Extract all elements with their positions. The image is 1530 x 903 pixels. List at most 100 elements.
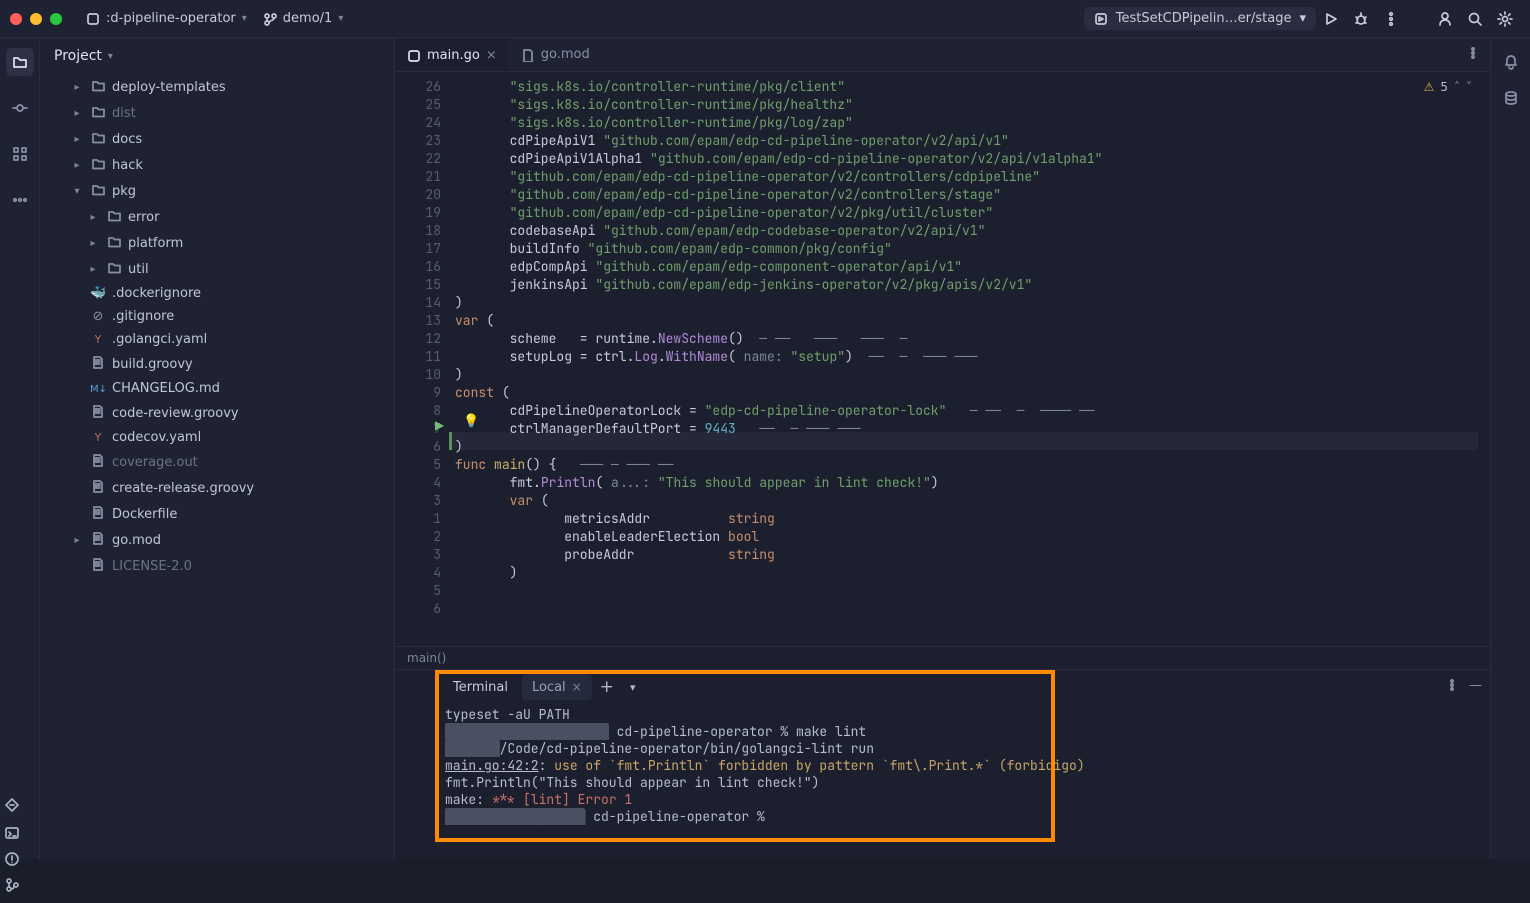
main-shell: Project ▾ ▸deploy-templates▸dist ▸ docs ▸ha… [0,38,1530,859]
tree-item[interactable]: build.groovy [46,351,390,377]
editor-code[interactable]: "sigs.k8s.io/controller-runtime/pkg/clie… [449,72,1490,646]
folder-icon [90,182,106,200]
tree-item[interactable]: ▸hack [46,152,390,178]
tree-item-label: build.groovy [112,357,193,372]
tree-item[interactable]: Ycodecov.yaml [46,426,390,449]
tab-go-mod[interactable]: go.mod [509,38,602,71]
terminal-options-button[interactable] [1445,678,1459,696]
project-selector[interactable]: :d-pipeline-operator ▾ [78,11,255,26]
settings-button[interactable] [1490,4,1520,34]
more-actions-button[interactable] [1376,4,1406,34]
tree-item[interactable]: code-review.groovy [46,400,390,426]
file-icon [90,404,106,422]
minimize-window-icon[interactable] [30,13,42,25]
tree-item[interactable]: ▸deploy-templates [46,74,390,100]
prev-highlight-button[interactable]: ˄ [1454,80,1460,94]
run-gutter-icon[interactable]: ▶ [435,418,444,432]
commit-tool-button[interactable] [6,94,34,122]
editor-breadcrumb[interactable]: main() [395,646,1490,669]
branch-selector[interactable]: demo/1 ▾ [255,11,352,26]
go-file-icon [407,49,421,63]
services-tool-button[interactable] [4,797,20,817]
tree-item-label: LICENSE-2.0 [112,559,192,574]
left-tool-rail [0,38,40,859]
run-config-selector[interactable]: TestSetCDPipelin…er/stage ▾ [1084,7,1316,30]
close-session-button[interactable]: × [572,680,582,694]
tree-item[interactable]: coverage.out [46,449,390,475]
tree-item[interactable]: ▸dist [46,100,390,126]
file-icon [90,355,106,373]
hide-panel-button[interactable]: — [1469,678,1482,696]
tree-item-label: pkg [112,184,136,199]
tab-overflow-button[interactable] [1466,46,1490,64]
project-tree[interactable]: ▸deploy-templates▸dist ▸ docs ▸hack▾pkg▸err… [40,74,394,585]
run-button[interactable] [1316,4,1346,34]
project-tool-button[interactable] [6,48,34,76]
tree-item[interactable]: LICENSE-2.0 [46,553,390,579]
search-everywhere-button[interactable] [1460,4,1490,34]
structure-tool-button[interactable] [6,140,34,168]
terminal-tabs: Terminal Local × + ▾ — [435,670,1490,704]
close-tab-button[interactable]: × [486,48,497,63]
window-controls[interactable] [10,13,62,25]
vcs-tool-button[interactable] [4,877,20,897]
more-tools-button[interactable] [6,186,34,214]
titlebar: :d-pipeline-operator ▾ demo/1 ▾ TestSetC… [0,0,1530,38]
folder-icon [90,78,106,96]
new-terminal-button[interactable]: + [596,679,618,696]
next-highlight-button[interactable]: ˅ [1466,80,1472,94]
folder-icon [90,156,106,174]
tree-item[interactable]: ▸ docs [46,126,390,152]
code-editor[interactable]: ⚠ 5 ˄ ˅ ▶ 💡 2625242322212019181716151413… [395,72,1490,646]
code-with-me-button[interactable] [1430,4,1460,34]
terminal-session-tab[interactable]: Local × [522,674,592,700]
tree-item[interactable]: Dockerfile [46,501,390,527]
file-icon [90,557,106,575]
tree-item[interactable]: create-release.groovy [46,475,390,501]
git-icon [4,877,20,893]
tree-item-label: util [128,262,149,277]
tree-item[interactable]: ▸platform [46,230,390,256]
tree-item[interactable]: ▸util [46,256,390,282]
inspection-widget[interactable]: ⚠ 5 ˄ ˅ [1424,80,1472,94]
terminal-dropdown-button[interactable]: ▾ [622,679,644,696]
tree-item-label: CHANGELOG.md [112,381,220,396]
terminal-tool-button[interactable] [4,825,20,845]
problems-tool-button[interactable] [4,851,20,871]
terminal-output[interactable]: typeset -aU PATH▇▇ ▇▇▇▇▇▇▇ ▇▇▇▇ ▇▇▇▇▇ cd… [435,704,1490,831]
tree-item[interactable]: ▾pkg [46,178,390,204]
intention-bulb-icon[interactable]: 💡 [463,414,479,429]
tree-item[interactable]: ⊘.gitignore [46,305,390,328]
branch-icon [263,12,277,26]
debug-button[interactable] [1346,4,1376,34]
chevron-down-icon: ▾ [1299,11,1306,26]
tree-chevron-icon: ▸ [70,134,84,145]
tree-item-label: error [128,210,159,225]
close-window-icon[interactable] [10,13,22,25]
tree-item-label: .dockerignore [112,286,201,301]
test-config-icon [1094,12,1108,26]
tree-item[interactable]: M↓CHANGELOG.md [46,377,390,400]
services-icon [4,797,20,813]
tree-item[interactable]: ▸error [46,204,390,230]
tree-item[interactable]: Y.golangci.yaml [46,328,390,351]
chevron-down-icon: ▾ [338,13,343,24]
tree-item[interactable]: 🐳.dockerignore [46,282,390,305]
tree-item-label: docs [112,132,142,147]
tab-main-go[interactable]: main.go × [395,38,509,71]
commit-icon [12,100,28,116]
editor-gutter: 2625242322212019181716151413121110987654… [395,72,449,646]
tab-label: main.go [427,48,480,63]
notifications-button[interactable] [1503,54,1519,74]
project-name: :d-pipeline-operator [106,11,236,26]
terminal-tab[interactable]: Terminal [443,674,518,700]
database-tool-button[interactable] [1503,90,1519,110]
database-icon [1503,90,1519,106]
tree-item[interactable]: ▸go.mod [46,527,390,553]
file-icon [90,531,106,549]
folder-icon [106,260,122,278]
current-line-highlight [449,432,1478,450]
zoom-window-icon[interactable] [50,13,62,25]
sidebar-header[interactable]: Project ▾ [40,38,394,74]
folder-icon [106,234,122,252]
